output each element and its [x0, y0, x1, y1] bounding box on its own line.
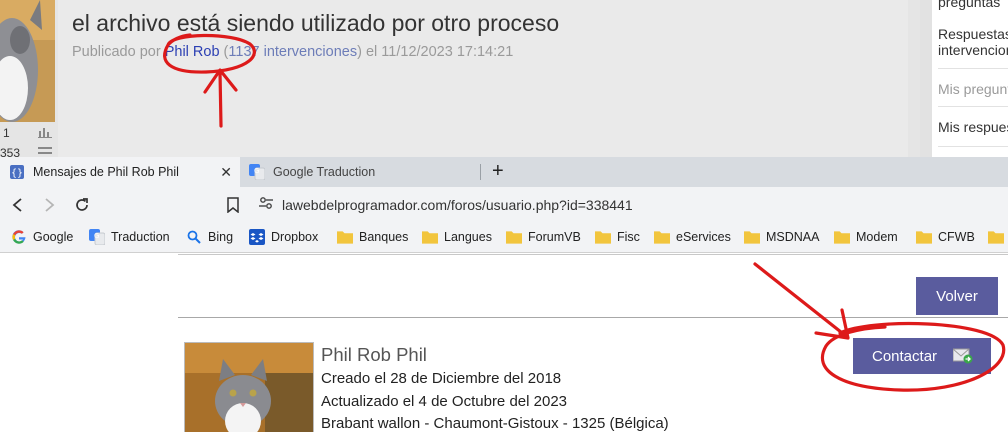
profile-photo: [184, 342, 314, 432]
folder-icon: [654, 229, 670, 245]
folder-icon: [916, 229, 932, 245]
bookmark-label: Langues: [444, 230, 492, 244]
bookmark-dropbox[interactable]: Dropbox: [249, 229, 318, 245]
bookmark-eservices[interactable]: eServices: [654, 229, 731, 245]
bookmark-label: Dropbox: [271, 230, 319, 244]
bookmark-traduction[interactable]: G Traduction: [89, 229, 170, 245]
folder-icon: [988, 229, 1004, 245]
bookmark-overflow-folder[interactable]: [988, 229, 1008, 245]
post-meta: Publicado por Phil Rob (1137 intervencio…: [72, 44, 513, 60]
forward-arrow-icon[interactable]: [39, 195, 59, 215]
envelope-send-icon: [952, 348, 973, 364]
tab-label: Google Traduction: [273, 165, 376, 179]
contactar-label: Contactar: [872, 347, 938, 365]
bookmark-label: Traduction: [111, 230, 170, 244]
bookmarks-bar: Google G Traduction Bing Dropbox Banques…: [0, 223, 1008, 253]
bookmark-label: ForumVB: [528, 230, 581, 244]
back-arrow-icon[interactable]: [8, 195, 28, 215]
svg-text:G: G: [254, 167, 259, 175]
google-icon: [11, 229, 27, 245]
dropbox-icon: [249, 229, 265, 245]
profile-name: Phil Rob Phil: [321, 344, 427, 365]
contactar-button[interactable]: Contactar: [853, 338, 991, 374]
bookmark-star-icon[interactable]: [223, 195, 243, 215]
profile-created: Creado el 28 de Diciembre del 2018: [321, 370, 562, 387]
folder-icon: [744, 229, 760, 245]
sidebar-divider: [938, 68, 1008, 69]
post-count-close: ): [357, 44, 362, 60]
tab-mensajes[interactable]: {} Mensajes de Phil Rob Phil ✕: [0, 157, 240, 187]
menu-lines-icon: [38, 146, 52, 157]
bookmark-label: eServices: [676, 230, 731, 244]
post-date: el 11/12/2023 17:14:21: [365, 44, 514, 60]
page-top-divider: [178, 254, 1008, 255]
address-bar[interactable]: lawebdelprogramador.com/foros/usuario.ph…: [258, 192, 1008, 218]
bookmark-banques[interactable]: Banques: [337, 229, 408, 245]
sidebar-item-preguntas[interactable]: preguntas: [938, 0, 1000, 11]
reload-icon[interactable]: [72, 195, 92, 215]
bookmark-msdnaa[interactable]: MSDNAA: [744, 229, 819, 245]
google-translate-icon: G: [89, 229, 105, 245]
page-divider: [178, 317, 1008, 318]
user-stat-1: 1: [3, 126, 10, 140]
profile-location: Brabant wallon - Chaumont-Gistoux - 1325…: [321, 415, 669, 432]
forum-user-avatar[interactable]: [0, 0, 55, 122]
forum-user-stats: 1 353: [0, 122, 58, 157]
sidebar-item-respuestas[interactable]: Respuestas: [938, 26, 1008, 43]
profile-page: Volver Phil Rob Phil Creado el 28 de Dic…: [0, 254, 1008, 432]
tab-label: Mensajes de Phil Rob Phil: [33, 165, 179, 179]
folder-icon: [337, 229, 353, 245]
folder-icon: [422, 229, 438, 245]
bookmark-label: Modem: [856, 230, 898, 244]
tab-google-traduction[interactable]: G Google Traduction: [240, 157, 480, 187]
bookmark-google[interactable]: Google: [11, 229, 73, 245]
sidebar-item-mis-respuestas[interactable]: Mis respuestas: [938, 119, 1008, 136]
sidebar-item-mis-preguntas[interactable]: Mis preguntas: [938, 81, 1008, 98]
forum-post-header: el archivo está siendo utilizado por otr…: [58, 0, 908, 157]
bookmark-label: Bing: [208, 230, 234, 244]
tab-separator: [480, 164, 481, 180]
folder-icon: [834, 229, 850, 245]
sidebar-divider: [938, 146, 1008, 147]
search-icon: [186, 229, 202, 245]
volver-button[interactable]: Volver: [916, 277, 998, 315]
post-author-link[interactable]: Phil Rob: [165, 44, 220, 60]
bookmark-fisc[interactable]: Fisc: [595, 229, 640, 245]
tab-close-icon[interactable]: ✕: [220, 164, 232, 180]
profile-updated: Actualizado el 4 de Octubre del 2023: [321, 393, 567, 410]
svg-text:G: G: [94, 232, 99, 240]
bookmark-langues[interactable]: Langues: [422, 229, 492, 245]
user-stat-2: 353: [0, 146, 21, 157]
new-tab-button[interactable]: +: [492, 161, 504, 181]
bar-chart-icon: [38, 126, 52, 138]
page-braces-icon: {}: [9, 164, 25, 180]
site-info-icon[interactable]: [258, 195, 274, 216]
sidebar-item-intervenciones[interactable]: intervenciones: [938, 42, 1008, 59]
bookmark-label: Banques: [359, 230, 409, 244]
post-meta-prefix: Publicado por: [72, 44, 161, 60]
bookmark-label: CFWB: [938, 230, 975, 244]
browser-nav-bar: lawebdelprogramador.com/foros/usuario.ph…: [0, 187, 1008, 223]
bookmark-label: Google: [33, 230, 74, 244]
forum-post-snippet: 1 353 el archivo está siendo utilizado p…: [0, 0, 1008, 157]
bookmark-label: MSDNAA: [766, 230, 820, 244]
bookmark-bing[interactable]: Bing: [186, 229, 233, 245]
url-text[interactable]: lawebdelprogramador.com/foros/usuario.ph…: [282, 197, 633, 213]
folder-icon: [506, 229, 522, 245]
folder-icon: [595, 229, 611, 245]
browser-tab-bar: {} Mensajes de Phil Rob Phil ✕ G Google …: [0, 157, 1008, 187]
google-translate-icon: G: [249, 164, 265, 180]
post-count-link[interactable]: 1137 intervenciones: [228, 44, 357, 60]
bookmark-cfwb[interactable]: CFWB: [916, 229, 975, 245]
sidebar-divider: [938, 106, 1008, 107]
bookmark-label: Fisc: [617, 230, 640, 244]
svg-text:{}: {}: [11, 168, 23, 179]
bookmark-modem[interactable]: Modem: [834, 229, 898, 245]
forum-sidebar: preguntas Respuestas intervenciones Mis …: [920, 0, 1008, 157]
post-title: el archivo está siendo utilizado por otr…: [72, 10, 560, 36]
bookmark-forumvb[interactable]: ForumVB: [506, 229, 581, 245]
